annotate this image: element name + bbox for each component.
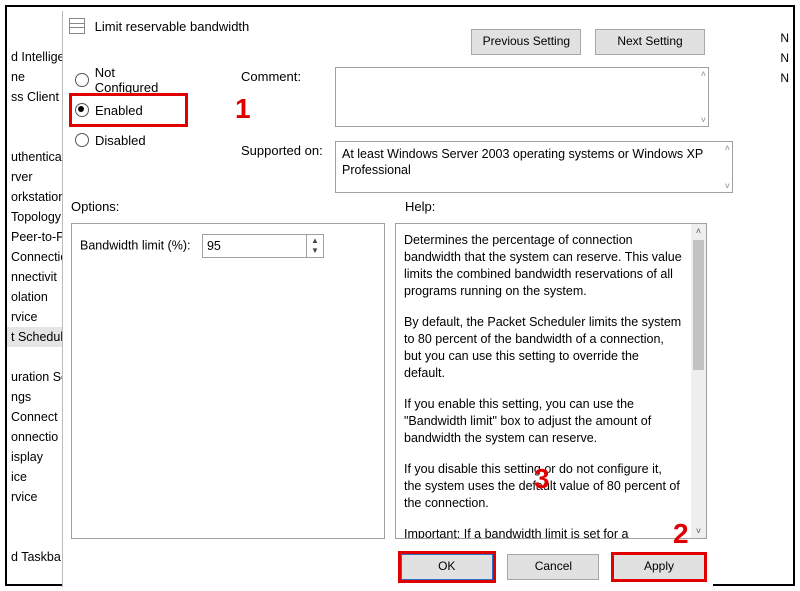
list-item: Peer-to-P xyxy=(7,227,62,247)
radio-icon xyxy=(75,133,89,147)
supported-on-value: At least Windows Server 2003 operating s… xyxy=(342,147,703,177)
bandwidth-limit-value: 95 xyxy=(207,235,221,257)
supported-on-text: At least Windows Server 2003 operating s… xyxy=(335,141,733,193)
bandwidth-limit-spinner[interactable]: 95 ▲ ▼ xyxy=(202,234,324,258)
bandwidth-limit-label: Bandwidth limit (%): xyxy=(80,238,190,252)
help-paragraph: By default, the Packet Scheduler limits … xyxy=(404,314,682,382)
list-item: ngs xyxy=(7,387,62,407)
list-item: isplay xyxy=(7,447,62,467)
scroll-thumb[interactable] xyxy=(693,240,704,370)
list-item: rvice xyxy=(7,487,62,507)
background-tree: d Intellige ne ss Client E uthenticat rv… xyxy=(7,47,62,567)
list-item: ice xyxy=(7,467,62,487)
apply-button[interactable]: Apply xyxy=(613,554,705,580)
radio-icon xyxy=(75,73,89,87)
list-item: ne xyxy=(7,67,62,87)
list-item: d Intellige xyxy=(7,47,62,67)
list-item: Connection xyxy=(7,247,62,267)
outer-frame: N N N d Intellige ne ss Client E uthenti… xyxy=(5,5,795,586)
radio-disabled[interactable]: Disabled xyxy=(71,125,186,155)
dialog-icon xyxy=(69,18,85,34)
list-item: Topology xyxy=(7,207,62,227)
radio-label: Disabled xyxy=(95,133,146,148)
chevron-up-icon[interactable]: ˄ xyxy=(701,70,706,78)
radio-label: Not Configured xyxy=(95,65,180,95)
state-radio-group: Not Configured Enabled Disabled xyxy=(71,65,186,155)
options-label: Options: xyxy=(71,199,119,214)
radio-icon xyxy=(75,103,89,117)
list-item: ss Client E xyxy=(7,87,62,107)
help-paragraph: If you disable this setting or do not co… xyxy=(404,461,682,512)
help-paragraph: Important: If a bandwidth limit is set f… xyxy=(404,526,682,538)
spinner-down-icon[interactable]: ▼ xyxy=(307,246,323,256)
help-paragraph: Determines the percentage of connection … xyxy=(404,232,682,300)
comment-textarea[interactable]: ˄ ˅ xyxy=(335,67,709,127)
chevron-up-icon: ˄ xyxy=(725,144,730,152)
policy-dialog: Limit reservable bandwidth Previous Sett… xyxy=(62,11,713,587)
list-item: onnectio xyxy=(7,427,62,447)
ok-button[interactable]: OK xyxy=(400,553,494,581)
help-label: Help: xyxy=(405,199,435,214)
dialog-title: Limit reservable bandwidth xyxy=(95,12,250,42)
scroll-down-icon[interactable]: ˅ xyxy=(691,524,706,538)
list-item: uthenticat xyxy=(7,147,62,167)
cancel-button[interactable]: Cancel xyxy=(507,554,599,580)
list-item-selected[interactable]: t Schedul xyxy=(7,327,62,347)
right-col-n: N xyxy=(780,51,789,65)
list-item: rvice xyxy=(7,307,62,327)
list-item: orkstation xyxy=(7,187,62,207)
list-item: olation xyxy=(7,287,62,307)
radio-label: Enabled xyxy=(95,103,143,118)
spinner-buttons[interactable]: ▲ ▼ xyxy=(306,235,323,257)
spinner-up-icon[interactable]: ▲ xyxy=(307,236,323,246)
help-panel: Determines the percentage of connection … xyxy=(395,223,707,539)
list-item: uration Se xyxy=(7,367,62,387)
list-item: rver xyxy=(7,167,62,187)
right-col-n: N xyxy=(780,31,789,45)
list-item: d Taskba xyxy=(7,547,62,567)
previous-setting-button[interactable]: Previous Setting xyxy=(471,29,581,55)
radio-enabled[interactable]: Enabled xyxy=(71,95,186,125)
dialog-button-bar: OK Cancel Apply xyxy=(390,553,705,581)
chevron-down-icon[interactable]: ˅ xyxy=(701,116,706,124)
list-item: nnectivit xyxy=(7,267,62,287)
help-scrollbar[interactable]: ˄ ˅ xyxy=(691,224,706,538)
options-panel: Bandwidth limit (%): 95 ▲ ▼ xyxy=(71,223,385,539)
scroll-up-icon[interactable]: ˄ xyxy=(691,224,706,238)
comment-label: Comment: xyxy=(241,69,301,84)
chevron-down-icon: ˅ xyxy=(725,182,730,190)
next-setting-button[interactable]: Next Setting xyxy=(595,29,705,55)
list-item: Connect N xyxy=(7,407,62,427)
radio-not-configured[interactable]: Not Configured xyxy=(71,65,186,95)
help-paragraph: If you enable this setting, you can use … xyxy=(404,396,682,447)
supported-on-label: Supported on: xyxy=(241,143,323,158)
right-col-n: N xyxy=(780,71,789,85)
help-text: Determines the percentage of connection … xyxy=(396,224,690,538)
